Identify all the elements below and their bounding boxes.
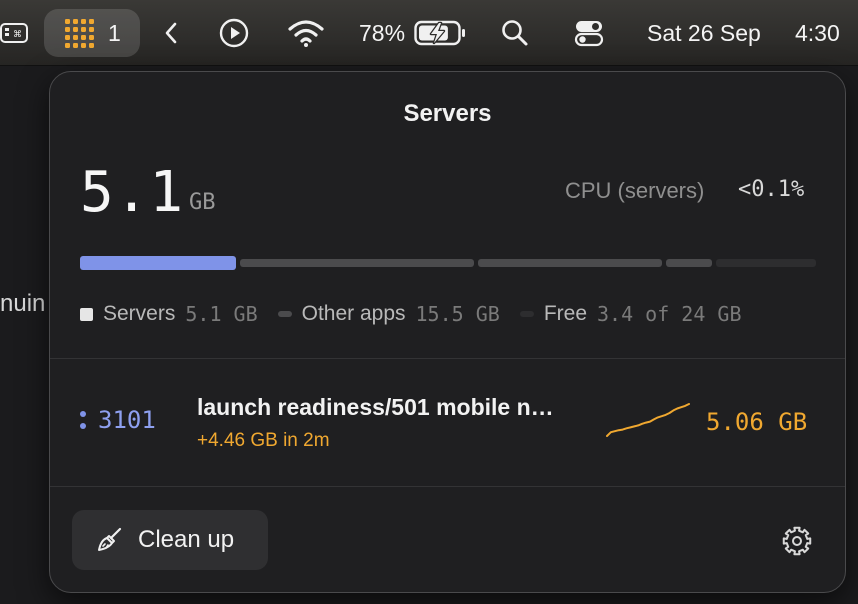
search-icon[interactable] xyxy=(500,0,530,66)
legend-value-other: 15.5 GB xyxy=(415,302,500,326)
clean-up-button[interactable]: Clean up xyxy=(72,510,268,570)
legend-label-free: Free xyxy=(543,302,587,325)
app-badge-count: 1 xyxy=(108,19,121,46)
chevron-left-icon[interactable] xyxy=(162,0,180,66)
gear-icon[interactable] xyxy=(781,525,813,557)
section-divider xyxy=(50,486,845,487)
memory-bar-other-segment xyxy=(478,259,662,267)
server-memory-value: 5.06 GB xyxy=(706,408,808,436)
clean-up-label: Clean up xyxy=(138,526,235,553)
servers-popover: Servers 5.1 GB CPU (servers) <0.1% Serve… xyxy=(49,71,846,593)
popover-title: Servers xyxy=(403,100,492,127)
menu-bar: ⌘ 1 78% Sat 26 Sep 4:30 xyxy=(0,0,858,66)
server-memory-delta: +4.46 GB in 2m xyxy=(197,430,330,451)
sparkline-line xyxy=(606,403,690,437)
legend-value-free: 3.4 of 24 GB xyxy=(597,302,742,326)
memory-total-unit: GB xyxy=(189,190,216,215)
battery-charging-icon[interactable] xyxy=(414,0,468,66)
cpu-value: <0.1% xyxy=(738,177,805,202)
memory-bar-free-segment xyxy=(715,259,816,267)
battery-percent[interactable]: 78% xyxy=(359,0,405,66)
memory-total-value: 5.1 xyxy=(80,160,185,225)
memory-bar-other-segment xyxy=(240,259,475,267)
wifi-icon[interactable] xyxy=(287,0,325,66)
control-center-icon[interactable] xyxy=(574,0,604,66)
memory-legend: Servers 5.1 GB Other apps 15.5 GB Free 3… xyxy=(80,302,742,326)
legend-value-servers: 5.1 GB xyxy=(185,302,258,326)
menu-bar-date[interactable]: Sat 26 Sep xyxy=(647,0,761,66)
cpu-label: CPU (servers) xyxy=(565,178,705,203)
background-window-text: nuin xyxy=(0,290,46,317)
menu-bar-time[interactable]: 4:30 xyxy=(795,0,840,66)
memory-bar-other-segment xyxy=(665,259,712,267)
legend-label-servers: Servers xyxy=(103,302,176,325)
drag-handle-icon xyxy=(80,408,86,432)
dot-grid-icon xyxy=(65,19,94,48)
servers-app-menu-item[interactable]: 1 xyxy=(44,9,140,57)
server-memory-sparkline xyxy=(606,403,690,437)
section-divider xyxy=(50,358,845,359)
memory-usage-bar xyxy=(80,256,816,270)
legend-label-other: Other apps xyxy=(301,302,406,325)
server-port[interactable]: 3101 xyxy=(80,406,156,434)
keyboard-input-icon[interactable]: ⌘ xyxy=(0,0,30,66)
legend-swatch-free xyxy=(519,311,534,317)
server-port-number: 3101 xyxy=(98,406,156,434)
server-name: launch readiness/501 mobile n… xyxy=(197,394,554,420)
broom-icon xyxy=(98,527,122,551)
legend-swatch-other xyxy=(277,311,292,317)
legend-swatch-servers xyxy=(80,307,93,321)
memory-bar-servers-segment xyxy=(80,256,237,270)
svg-text:⌘: ⌘ xyxy=(13,30,22,40)
play-circle-icon[interactable] xyxy=(218,0,250,66)
